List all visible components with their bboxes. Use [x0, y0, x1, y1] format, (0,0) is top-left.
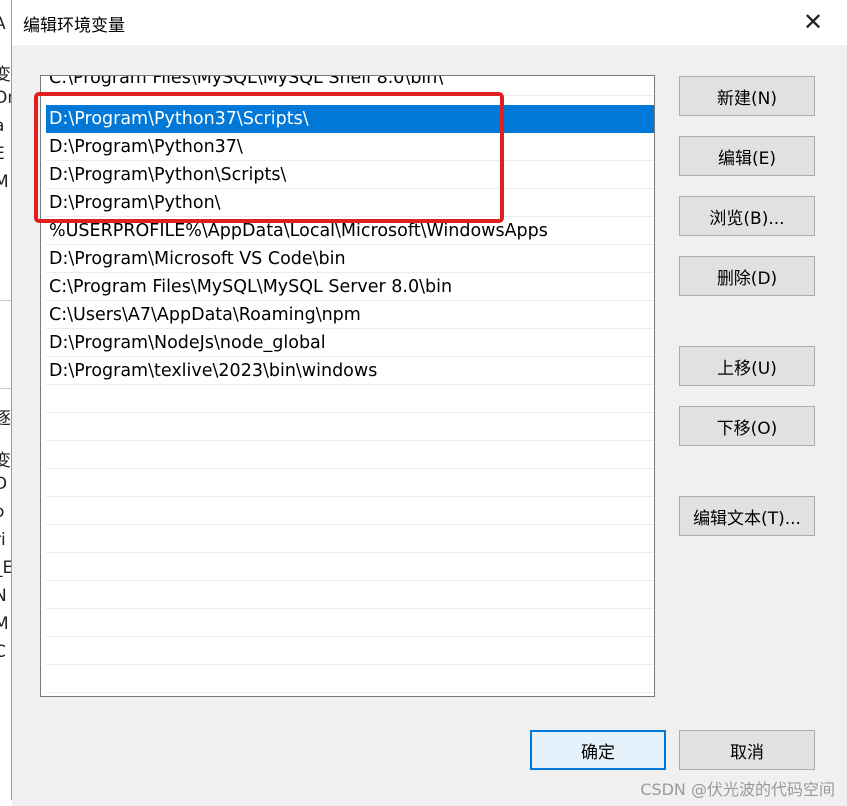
empty-row: [46, 525, 654, 553]
cancel-button[interactable]: 取消: [679, 730, 815, 770]
new-button[interactable]: 新建(N): [679, 76, 815, 116]
list-item[interactable]: D:\Program\Python37\: [46, 133, 654, 161]
list-item[interactable]: C:\Program Files\MySQL\MySQL Shell 8.0\b…: [46, 76, 654, 96]
list-item[interactable]: C:\Users\A7\AppData\Roaming\npm: [46, 301, 654, 329]
empty-row: [46, 609, 654, 637]
empty-row: [46, 665, 654, 693]
close-button[interactable]: ✕: [791, 2, 835, 42]
empty-row: [46, 637, 654, 665]
list-item[interactable]: D:\Program\Microsoft VS Code\bin: [46, 245, 654, 273]
watermark: CSDN @伏光波的代码空间: [640, 780, 835, 799]
browse-button[interactable]: 浏览(B)...: [679, 196, 815, 236]
list-item[interactable]: D:\Program\NodeJs\node_global: [46, 329, 654, 357]
empty-row: [46, 385, 654, 413]
edit-env-variable-dialog: 编辑环境变量 ✕ C:\Program Files\MySQL\MySQL Sh…: [11, 0, 847, 800]
list-item[interactable]: C:\Program Files\MySQL\MySQL Server 8.0\…: [46, 273, 654, 301]
edit-button[interactable]: 编辑(E): [679, 136, 815, 176]
move-down-button[interactable]: 下移(O): [679, 406, 815, 446]
close-icon: ✕: [802, 8, 824, 36]
move-up-button[interactable]: 上移(U): [679, 346, 815, 386]
path-list[interactable]: C:\Program Files\MySQL\MySQL Shell 8.0\b…: [40, 75, 655, 697]
ok-button[interactable]: 确定: [530, 730, 666, 770]
list-item-selected[interactable]: D:\Program\Python37\Scripts\: [46, 105, 654, 133]
edit-text-button[interactable]: 编辑文本(T)...: [679, 496, 815, 536]
list-item[interactable]: D:\Program\Python\: [46, 189, 654, 217]
empty-row: [46, 553, 654, 581]
empty-row: [46, 441, 654, 469]
empty-row: [46, 469, 654, 497]
dialog-title: 编辑环境变量: [23, 16, 125, 36]
list-item[interactable]: D:\Program\Python\Scripts\: [46, 161, 654, 189]
empty-row: [46, 497, 654, 525]
list-item[interactable]: D:\Program\texlive\2023\bin\windows: [46, 357, 654, 385]
empty-row: [46, 413, 654, 441]
title-bar: 编辑环境变量 ✕: [12, 0, 847, 45]
delete-button[interactable]: 删除(D): [679, 256, 815, 296]
empty-row: [46, 581, 654, 609]
list-item[interactable]: %USERPROFILE%\AppData\Local\Microsoft\Wi…: [46, 217, 654, 245]
